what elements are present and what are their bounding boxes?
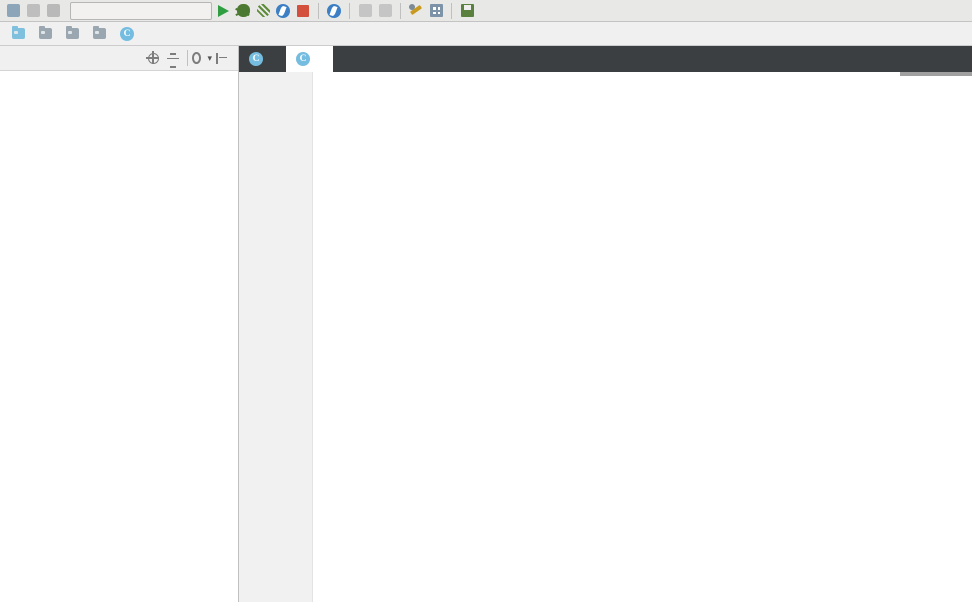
java-class-icon: C — [120, 26, 134, 41]
run-icon[interactable] — [214, 2, 232, 20]
tab-talkreceive[interactable]: C — [286, 46, 333, 72]
editor-code-area[interactable] — [313, 72, 972, 602]
breadcrumb-item-talkreceive[interactable]: C — [120, 26, 142, 41]
project-panel: ▾ — [0, 46, 239, 602]
tab-talksend[interactable]: C — [239, 46, 286, 72]
editor-scrollbar[interactable] — [900, 72, 972, 76]
toolbar-divider — [451, 2, 452, 19]
toolbar-divider — [400, 2, 401, 19]
toolbar-divider — [318, 2, 319, 19]
stop-icon[interactable] — [294, 2, 312, 20]
update-project-icon[interactable] — [4, 2, 22, 20]
settings-icon[interactable] — [44, 2, 62, 20]
project-structure-icon[interactable] — [427, 2, 445, 20]
breadcrumb: C — [0, 22, 972, 46]
folder-icon — [66, 26, 79, 39]
project-panel-header: ▾ — [0, 46, 238, 71]
java-class-icon: C — [249, 52, 263, 66]
save-all-icon[interactable] — [458, 2, 476, 20]
idea-blue-icon[interactable] — [325, 2, 343, 20]
hide-panel-icon[interactable] — [212, 49, 232, 67]
settings-wrench-icon[interactable] — [407, 2, 425, 20]
idea-window: C ▾ C C — [0, 0, 972, 602]
folder-icon — [93, 26, 106, 39]
locate-file-icon[interactable] — [143, 49, 163, 67]
editor-tabs: C C — [239, 46, 972, 72]
main-toolbar — [0, 0, 972, 22]
run-with-coverage-icon[interactable] — [254, 2, 272, 20]
toolbar-divider — [349, 2, 350, 19]
editor-gutter[interactable] — [239, 72, 313, 602]
breadcrumb-item-kuang[interactable] — [66, 26, 87, 39]
run-configuration-selector[interactable] — [70, 1, 212, 20]
compare-icon[interactable] — [24, 2, 42, 20]
profiler-icon[interactable] — [274, 2, 292, 20]
settings-gear-icon[interactable]: ▾ — [192, 49, 212, 67]
vcs-update-icon[interactable] — [356, 2, 374, 20]
project-tree — [0, 71, 238, 74]
collapse-all-icon[interactable] — [163, 49, 183, 68]
debug-icon[interactable] — [234, 2, 252, 20]
vcs-commit-icon[interactable] — [376, 2, 394, 20]
breadcrumb-item-src[interactable] — [12, 26, 33, 39]
code-editor[interactable] — [239, 72, 972, 602]
breadcrumb-item-chat[interactable] — [93, 26, 114, 39]
breadcrumb-item-com[interactable] — [39, 26, 60, 39]
source-folder-icon — [12, 26, 25, 39]
java-class-icon: C — [296, 52, 310, 66]
folder-icon — [39, 26, 52, 39]
